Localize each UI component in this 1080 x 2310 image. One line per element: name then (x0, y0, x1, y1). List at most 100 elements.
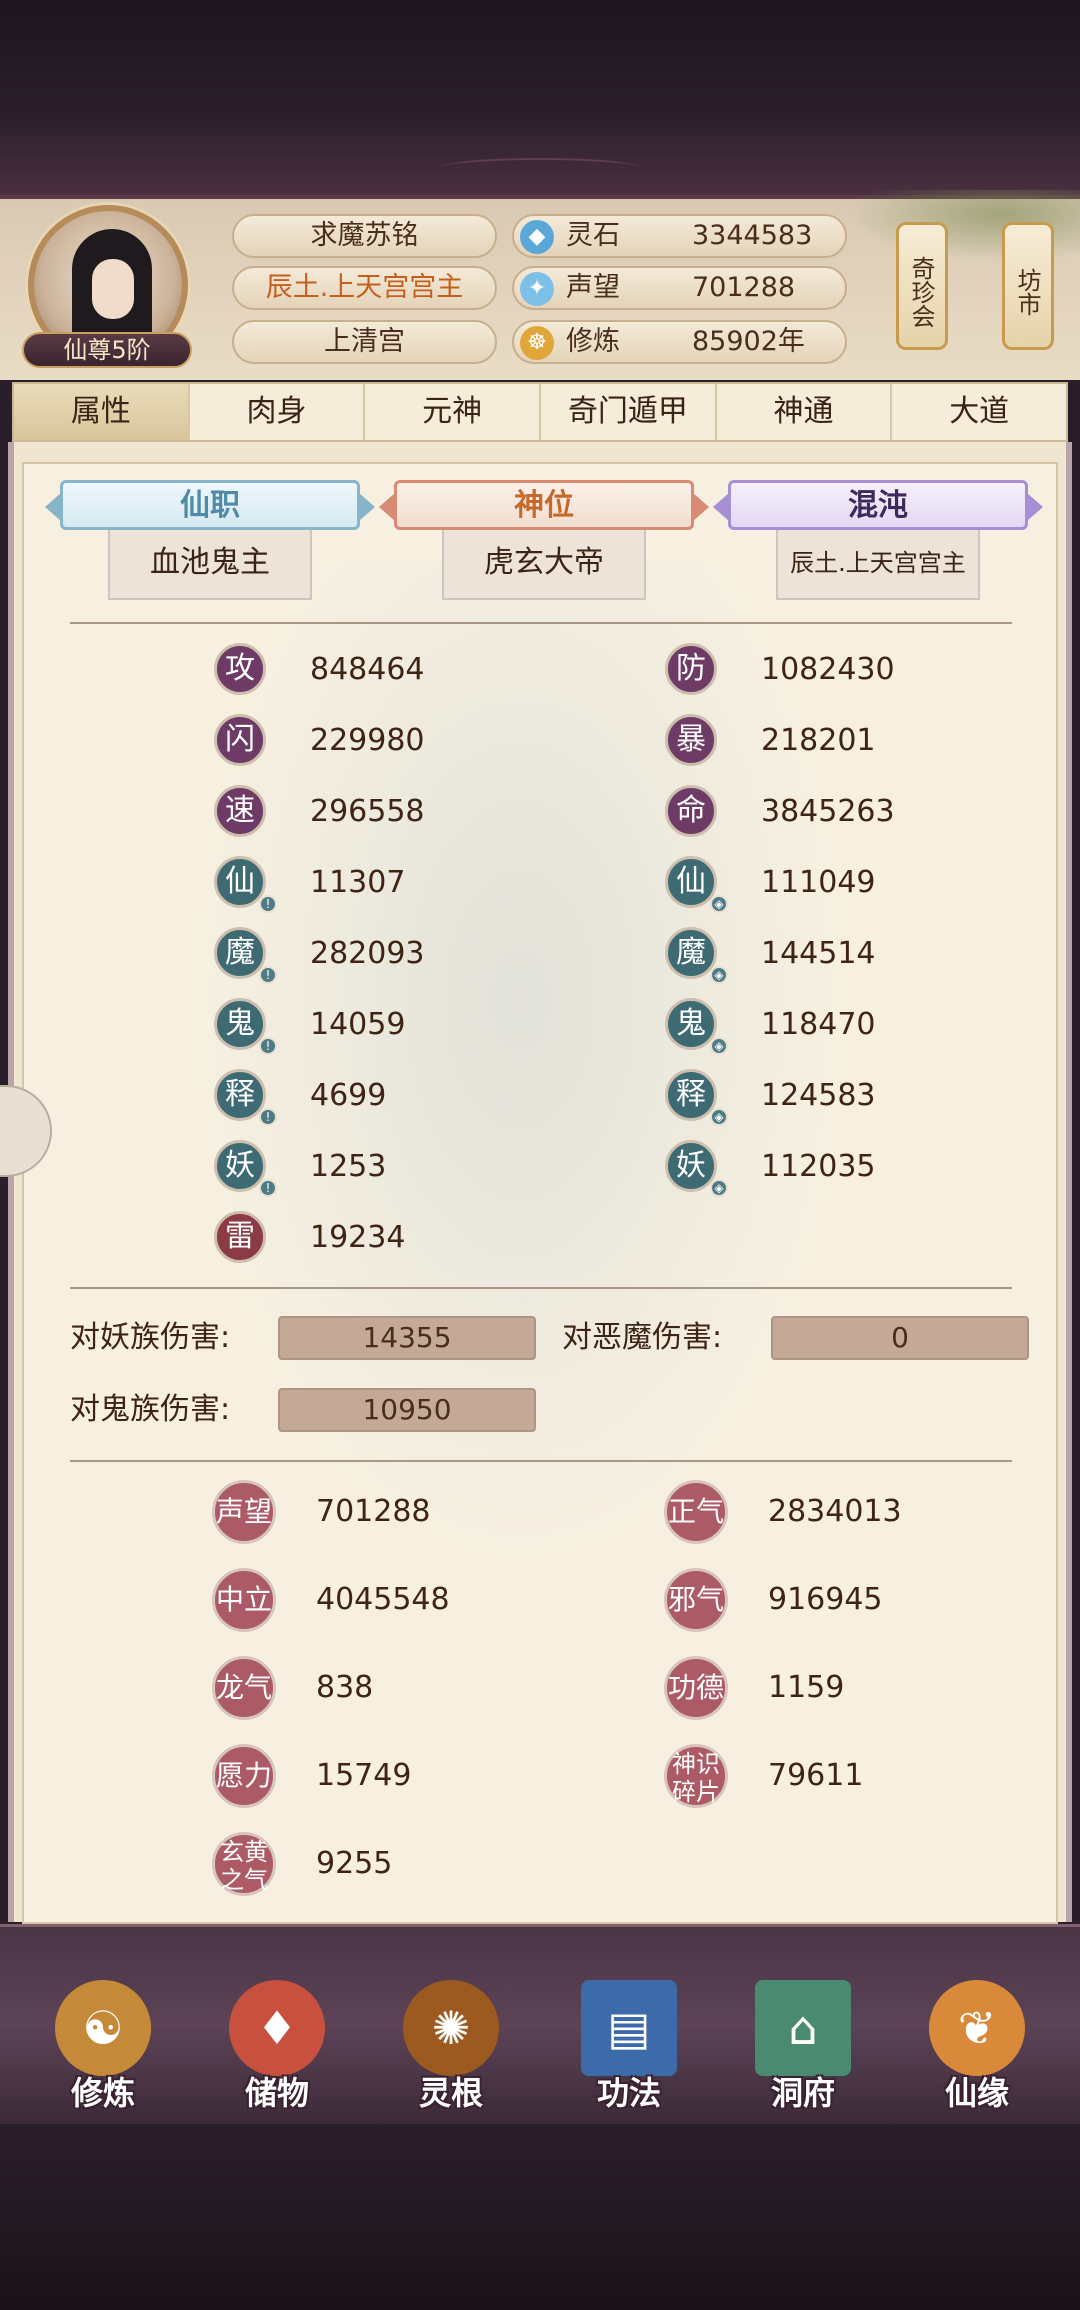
stat-badge: 鬼 (665, 998, 717, 1050)
stat-value: 11307 (310, 865, 406, 900)
evil-damage-label: 对恶魔伤害: (562, 1320, 723, 1355)
defense-marker-icon: ◈ (710, 1179, 728, 1197)
tab-dao[interactable]: 大道 (892, 384, 1066, 440)
rep-badge: 神识碎片 (664, 1744, 728, 1808)
stat-value: 848464 (310, 652, 425, 687)
immortal-post-header: 仙职 (45, 480, 375, 530)
avatar-face (92, 259, 134, 319)
manual-book-icon: ▤ (581, 1980, 677, 2076)
stat-value: 229980 (310, 723, 425, 758)
storage-bag-icon: ♦ (229, 1980, 325, 2076)
stat-badge: 暴 (665, 714, 717, 766)
resource-reputation: ✦ 声望 701288 (512, 266, 847, 310)
stat-badge: 妖 (214, 1140, 266, 1192)
resource-value: 85902年 (692, 326, 805, 357)
stat-value: 218201 (761, 723, 876, 758)
spirit-stone-icon: ◆ (520, 220, 554, 254)
nav-label: 灵根 (418, 2074, 483, 2112)
defense-marker-icon: ◈ (710, 895, 728, 913)
market-button[interactable]: 坊市 (1002, 222, 1054, 350)
stat-value: 296558 (310, 794, 425, 829)
nav-label: 修炼 (70, 2074, 135, 2112)
stat-value: 4699 (310, 1078, 387, 1113)
stat-badge: 仙 (214, 856, 266, 908)
nav-spirit-root-button[interactable]: ✺ 灵根 (396, 1980, 506, 2112)
attack-marker-icon: ! (259, 966, 277, 984)
attribute-tabs: 属性 肉身 元神 奇门遁甲 神通 大道 (12, 382, 1068, 442)
bottom-nav (0, 1924, 1080, 2124)
treasure-auction-button[interactable]: 奇珍会 (896, 222, 948, 350)
rep-value: 1159 (768, 1670, 845, 1705)
stat-badge: 命 (665, 785, 717, 837)
stat-badge: 闪 (214, 714, 266, 766)
stat-badge: 防 (665, 643, 717, 695)
evil-damage-value: 0 (771, 1316, 1029, 1360)
defense-marker-icon: ◈ (710, 966, 728, 984)
stat-value: 118470 (761, 1007, 876, 1042)
stat-value: 1253 (310, 1149, 387, 1184)
resource-label: 声望 (566, 272, 620, 303)
tab-body[interactable]: 肉身 (190, 384, 366, 440)
immortal-post-value: 血池鬼主 (108, 530, 312, 600)
divine-rank-value: 虎玄大帝 (442, 530, 646, 600)
nav-label: 仙缘 (944, 2074, 1009, 2112)
chaos-value: 辰土.上天宫宫主 (776, 530, 980, 600)
attack-marker-icon: ! (259, 1179, 277, 1197)
stat-badge: 速 (214, 785, 266, 837)
player-name: 求魔苏铭 (232, 214, 497, 258)
rep-badge: 愿力 (212, 1744, 276, 1808)
stat-badge: 释 (214, 1069, 266, 1121)
rep-badge: 功德 (664, 1656, 728, 1720)
stat-badge: 释 (665, 1069, 717, 1121)
stat-badge: 鬼 (214, 998, 266, 1050)
ghost-race-damage-value: 10950 (278, 1388, 536, 1432)
rep-value: 916945 (768, 1582, 883, 1617)
rep-value: 838 (316, 1670, 374, 1705)
tab-qimen[interactable]: 奇门遁甲 (541, 384, 717, 440)
rep-value: 701288 (316, 1494, 431, 1529)
rank-badge: 仙尊5阶 (22, 332, 192, 368)
rep-badge: 中立 (212, 1568, 276, 1632)
rep-badge: 玄黄之气 (212, 1832, 276, 1896)
nav-label: 功法 (596, 2074, 661, 2112)
rep-badge: 声望 (212, 1480, 276, 1544)
stat-value: 112035 (761, 1149, 876, 1184)
defense-marker-icon: ◈ (710, 1108, 728, 1126)
demon-race-damage-label: 对妖族伤害: (70, 1320, 231, 1355)
rep-badge: 正气 (664, 1480, 728, 1544)
nav-fate-button[interactable]: ❦ 仙缘 (922, 1980, 1032, 2112)
tab-attributes[interactable]: 属性 (14, 384, 190, 440)
rep-value: 2834013 (768, 1494, 902, 1529)
stat-value: 124583 (761, 1078, 876, 1113)
player-sect[interactable]: 上清宫 (232, 320, 497, 364)
stat-value: 144514 (761, 936, 876, 971)
tab-abilities[interactable]: 神通 (717, 384, 893, 440)
stat-badge: 仙 (665, 856, 717, 908)
stat-value: 282093 (310, 936, 425, 971)
resource-label: 修炼 (566, 326, 620, 357)
stat-value: 3845263 (761, 794, 895, 829)
spirit-root-icon: ✺ (403, 1980, 499, 2076)
attack-marker-icon: ! (259, 895, 277, 913)
resource-spirit-stone: ◆ 灵石 3344583 (512, 214, 847, 258)
nav-techniques-button[interactable]: ▤ 功法 (574, 1980, 684, 2112)
stat-value: 111049 (761, 865, 876, 900)
player-title[interactable]: 辰土.上天宫宫主 (232, 266, 497, 310)
divider (70, 622, 1012, 624)
nav-cave-button[interactable]: ⌂ 洞府 (748, 1980, 858, 2112)
reputation-icon: ✦ (520, 272, 554, 306)
tab-spirit[interactable]: 元神 (365, 384, 542, 440)
rep-badge: 龙气 (212, 1656, 276, 1720)
stat-value: 1082430 (761, 652, 895, 687)
gourd-icon: ❦ (929, 1980, 1025, 2076)
resource-label: 灵石 (566, 220, 620, 251)
cultivation-icon: ☸ (520, 326, 554, 360)
rep-value: 9255 (316, 1846, 393, 1881)
meditation-icon: ☯ (55, 1980, 151, 2076)
rep-value: 15749 (316, 1758, 412, 1793)
defense-marker-icon: ◈ (710, 1037, 728, 1055)
resource-cultivation: ☸ 修炼 85902年 (512, 320, 847, 364)
nav-storage-button[interactable]: ♦ 储物 (222, 1980, 332, 2112)
top-ornament (440, 158, 640, 178)
nav-cultivate-button[interactable]: ☯ 修炼 (48, 1980, 158, 2112)
